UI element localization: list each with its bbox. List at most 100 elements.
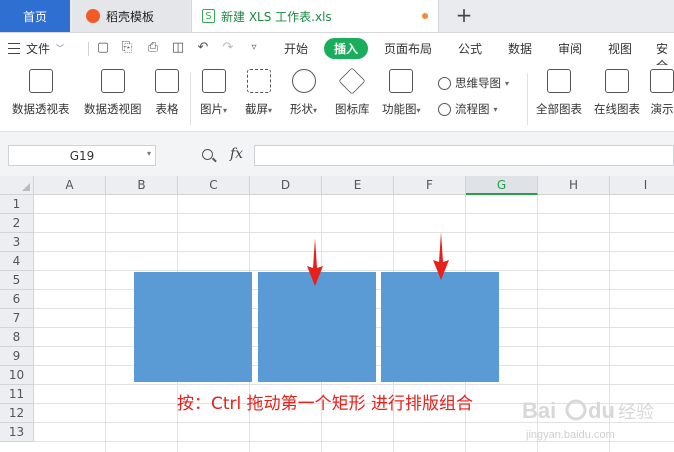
pivot-chart-icon [100, 69, 125, 93]
new-tab-button[interactable]: + [453, 4, 475, 26]
flowchart-label: 流程图 [455, 102, 490, 116]
baidu-logo-icon: Bai du 经验 jingyan.baidu.com [522, 398, 654, 441]
pivot-table-button[interactable]: 数据透视表 [12, 69, 70, 117]
row-header-12[interactable]: 12 [0, 404, 34, 423]
chevron-down-icon[interactable]: ▾ [147, 149, 151, 158]
tab-daoke-label: 稻壳模板 [106, 9, 155, 24]
tab-document-label: 新建 XLS 工作表.xls [221, 9, 332, 24]
row-header-11[interactable]: 11 [0, 385, 34, 404]
bar-chart-icon [547, 69, 571, 93]
row-header-5[interactable]: 5 [0, 271, 34, 290]
rectangle-shape-2[interactable] [258, 272, 376, 382]
row-header-8[interactable]: 8 [0, 328, 34, 347]
print-icon[interactable]: ⎙ [146, 41, 160, 55]
print-preview-icon[interactable]: ◫ [171, 41, 185, 55]
pivot-table-label: 数据透视表 [12, 102, 70, 116]
picture-button[interactable]: 图片▾ [200, 69, 227, 117]
baidu-watermark: Bai du 经验 jingyan.baidu.com [520, 388, 670, 448]
column-header-c[interactable]: C [178, 176, 250, 195]
ribbon-divider [527, 73, 528, 125]
column-header-g[interactable]: G [466, 176, 538, 195]
tab-daoke-templates[interactable]: 稻壳模板 [72, 0, 190, 32]
column-header-i[interactable]: I [610, 176, 674, 195]
row-header-9[interactable]: 9 [0, 347, 34, 366]
zoom-icon[interactable] [202, 149, 213, 160]
chevron-down-icon: ﹀ [56, 44, 65, 53]
more-chevron-icon[interactable]: ▿ [247, 41, 261, 55]
column-header-d[interactable]: D [250, 176, 322, 195]
row-header-1[interactable]: 1 [0, 195, 34, 214]
undo-icon[interactable]: ↶ [196, 41, 210, 55]
mindmap-icon [438, 76, 451, 90]
table-button[interactable]: 表格 [155, 69, 179, 117]
save-icon[interactable]: ▢ [96, 41, 110, 55]
column-header-f[interactable]: F [394, 176, 466, 195]
tab-home-label: 首页 [22, 9, 47, 24]
tab-review[interactable]: 审阅 [558, 40, 582, 57]
redo-icon[interactable]: ↷ [221, 41, 235, 55]
column-header-b[interactable]: B [106, 176, 178, 195]
icon-library-button[interactable]: 图标库 [335, 67, 370, 117]
grid-line [34, 270, 674, 271]
grid-line [34, 232, 674, 233]
daoke-logo-icon [86, 9, 100, 23]
row-header-13[interactable]: 13 [0, 423, 34, 442]
tab-view[interactable]: 视图 [608, 40, 632, 57]
function-icon[interactable]: fx [230, 146, 243, 162]
function-chart-label: 功能图▾ [382, 102, 421, 116]
flowchart-button[interactable]: 流程图 ▾ [438, 101, 498, 117]
pivot-table-icon [28, 69, 53, 93]
tab-formula[interactable]: 公式 [458, 40, 482, 57]
column-header-a[interactable]: A [34, 176, 106, 195]
row-header-3[interactable]: 3 [0, 233, 34, 252]
row-header-4[interactable]: 4 [0, 252, 34, 271]
shape-button[interactable]: 形状▾ [290, 69, 317, 117]
export-pdf-icon[interactable]: ⎘ [120, 41, 134, 55]
row-header-2[interactable]: 2 [0, 214, 34, 233]
tab-insert[interactable]: 插入 [324, 38, 368, 59]
row-header-10[interactable]: 10 [0, 366, 34, 385]
column-header-e[interactable]: E [322, 176, 394, 195]
pivot-chart-button[interactable]: 数据透视图 [84, 69, 142, 117]
red-arrow-icon [307, 238, 323, 286]
svg-text:jingyan.baidu.com: jingyan.baidu.com [525, 429, 615, 441]
formula-bar: G19 ▾ fx [0, 132, 674, 176]
file-menu[interactable]: 文件 ﹀ [8, 40, 64, 57]
demo-button[interactable]: 演示 [650, 69, 674, 117]
grid-line [34, 251, 674, 252]
online-chart-label: 在线图表 [594, 102, 640, 116]
tab-home[interactable]: 首页 [0, 0, 70, 32]
mindmap-button[interactable]: 思维导图 ▾ [438, 75, 509, 91]
formula-input[interactable] [254, 145, 674, 166]
rectangle-shape-3[interactable] [381, 272, 499, 382]
shape-label: 形状▾ [290, 102, 318, 116]
tab-page-layout[interactable]: 页面布局 [384, 40, 432, 57]
online-chart-button[interactable]: 在线图表 [594, 69, 640, 117]
rectangle-shape-1[interactable] [134, 272, 252, 382]
row-header-7[interactable]: 7 [0, 309, 34, 328]
screenshot-label: 截屏▾ [245, 102, 273, 116]
screenshot-icon [246, 69, 271, 93]
icon-library-icon [338, 67, 366, 95]
tab-data[interactable]: 数据 [508, 40, 532, 57]
all-charts-button[interactable]: 全部图表 [536, 69, 582, 117]
spreadsheet-grid[interactable]: ABCDEFGHI 1 2 3 4 5 6 7 8 9 10 11 12 13 按：Ctrl 拖动第一个… [0, 176, 674, 452]
icon-library-label: 图标库 [335, 102, 370, 116]
flowchart-icon [438, 102, 451, 116]
divider [88, 42, 89, 56]
ribbon-divider [190, 73, 191, 125]
svg-text:du: du [588, 398, 615, 423]
tab-document[interactable]: S 新建 XLS 工作表.xls [191, 0, 439, 32]
name-box[interactable]: G19 ▾ [8, 145, 156, 166]
mindmap-label: 思维导图 [455, 76, 501, 90]
tab-start[interactable]: 开始 [284, 40, 308, 57]
grid-line [105, 195, 106, 452]
menu-bar: 文件 ﹀ ▢ ⎘ ⎙ ◫ ↶ ↷ ▿ 开始 插入 页面布局 公式 数据 审阅 视… [0, 33, 674, 73]
select-all-corner[interactable] [0, 176, 34, 195]
column-header-h[interactable]: H [538, 176, 610, 195]
function-chart-button[interactable]: 功能图▾ [382, 69, 421, 117]
demo-label: 演示 [650, 102, 674, 116]
row-header-6[interactable]: 6 [0, 290, 34, 309]
screenshot-button[interactable]: 截屏▾ [245, 69, 272, 117]
shape-icon [291, 69, 316, 93]
